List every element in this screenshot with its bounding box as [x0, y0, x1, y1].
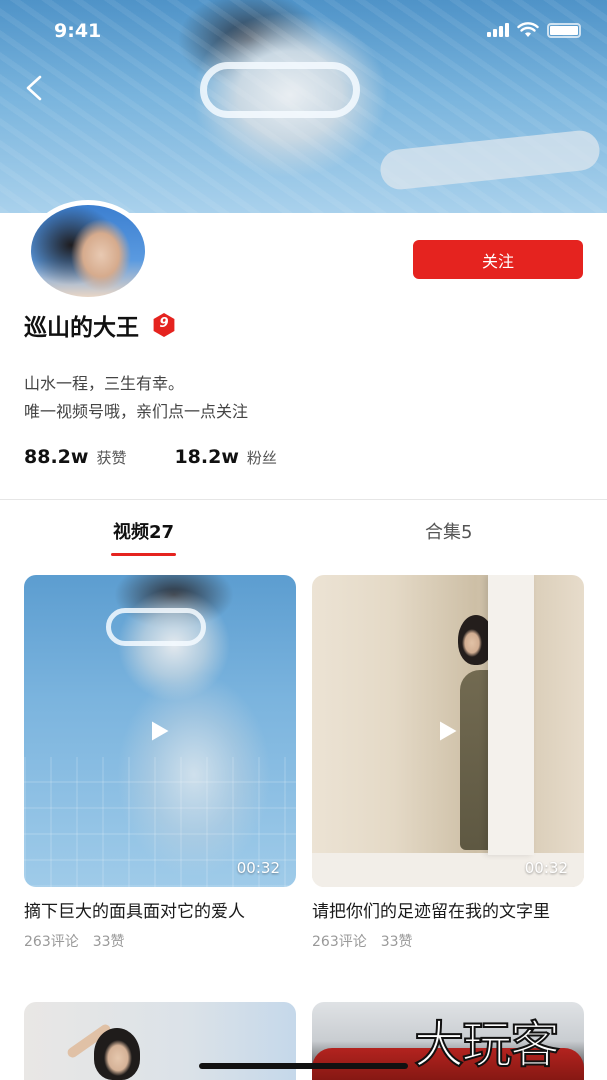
battery-icon — [547, 22, 581, 38]
stat-likes[interactable]: 88.2w 获赞 — [24, 446, 126, 468]
stat-likes-value: 88.2w — [24, 446, 89, 468]
video-meta: 263评论 33赞 — [24, 931, 296, 951]
status-time: 9:41 — [54, 20, 102, 42]
profile-name-row: 巡山的大王 9 — [24, 308, 177, 342]
stat-fans-value: 18.2w — [174, 446, 239, 468]
cover-goggles-shape — [200, 62, 360, 118]
back-arrow-icon[interactable] — [22, 74, 48, 102]
stat-likes-label: 获赞 — [96, 449, 127, 467]
video-duration: 00:32 — [524, 859, 568, 877]
home-indicator[interactable] — [199, 1063, 408, 1069]
content-tabs: 视频27 合集5 — [0, 518, 607, 558]
level-badge: 9 — [151, 312, 177, 338]
play-icon[interactable] — [438, 720, 458, 742]
tab-collections[interactable]: 合集5 — [425, 518, 472, 544]
bio-line: 山水一程，三生有幸。 — [24, 374, 185, 393]
profile-stats: 88.2w 获赞 18.2w 粉丝 — [24, 446, 325, 468]
avatar-image — [31, 205, 145, 297]
section-divider — [0, 499, 607, 500]
watermark-logo: 大玩客 — [413, 1015, 561, 1075]
video-comments: 263评论 — [312, 934, 367, 950]
profile-bio: 山水一程，三生有幸。 唯一视频号哦，亲们点一点关注 — [24, 370, 248, 426]
video-comments: 263评论 — [24, 934, 79, 950]
tab-videos[interactable]: 视频27 — [110, 518, 177, 556]
video-card[interactable]: 00:32 请把你们的足迹留在我的文字里 263评论 33赞 — [312, 575, 584, 951]
status-bar: 9:41 — [0, 0, 607, 60]
follow-button[interactable]: 关注 — [413, 240, 583, 279]
wifi-icon — [517, 22, 539, 37]
stat-fans-label: 粉丝 — [246, 449, 277, 467]
video-card[interactable]: 00:32 摘下巨大的面具面对它的爱人 263评论 33赞 — [24, 575, 296, 951]
bio-line: 唯一视频号哦，亲们点一点关注 — [24, 402, 249, 421]
video-title[interactable]: 请把你们的足迹留在我的文字里 — [312, 899, 584, 925]
level-number: 9 — [159, 316, 169, 331]
status-icons — [487, 22, 581, 38]
video-likes: 33赞 — [380, 934, 413, 950]
thumbnail-goggles-shape — [106, 608, 206, 646]
video-thumbnail[interactable]: 00:32 — [312, 575, 584, 887]
video-likes: 33赞 — [92, 934, 125, 950]
thumbnail-person — [94, 1028, 140, 1080]
video-duration: 00:32 — [236, 859, 280, 877]
video-thumbnail[interactable]: 00:32 — [24, 575, 296, 887]
video-meta: 263评论 33赞 — [312, 931, 584, 951]
thumbnail-door — [488, 575, 534, 855]
play-icon[interactable] — [150, 720, 170, 742]
signal-icon — [487, 23, 509, 37]
stat-fans[interactable]: 18.2w 粉丝 — [174, 446, 276, 468]
avatar[interactable] — [26, 200, 150, 302]
video-title[interactable]: 摘下巨大的面具面对它的爱人 — [24, 899, 296, 925]
profile-name: 巡山的大王 — [24, 315, 139, 341]
